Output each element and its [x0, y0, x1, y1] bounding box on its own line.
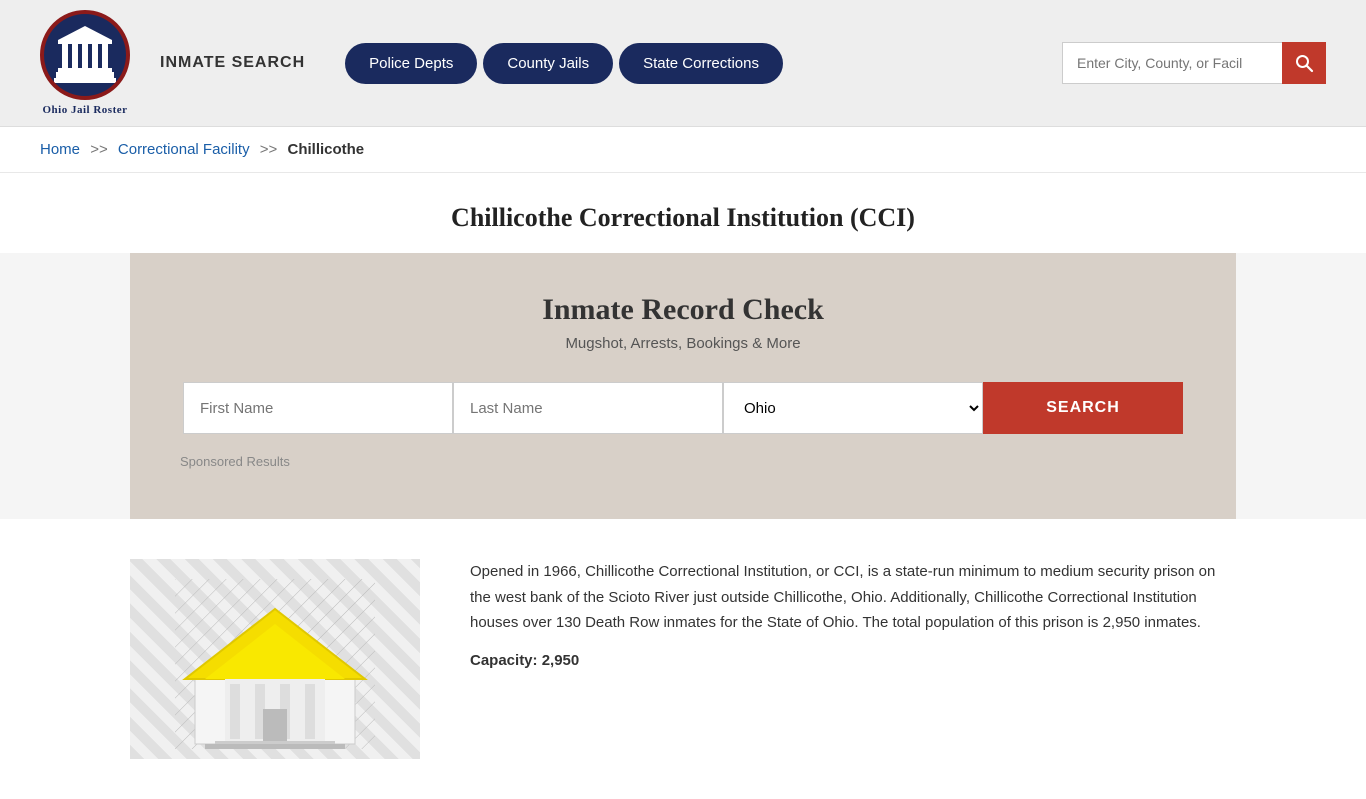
sponsored-label: Sponsored Results — [180, 454, 1186, 469]
breadcrumb-current: Chillicothe — [287, 141, 364, 158]
main-nav: Police Depts County Jails State Correcti… — [345, 43, 783, 84]
site-header: Ohio Jail Roster INMATE SEARCH Police De… — [0, 0, 1366, 127]
facility-capacity: Capacity: 2,950 — [470, 648, 1236, 674]
breadcrumb-correctional-facility[interactable]: Correctional Facility — [118, 141, 250, 158]
page-title-area: Chillicothe Correctional Institution (CC… — [0, 173, 1366, 253]
state-select[interactable]: Ohio Alabama Alaska Arizona Arkansas Cal… — [723, 382, 983, 434]
site-logo[interactable]: Ohio Jail Roster — [40, 10, 130, 116]
nav-state-corrections[interactable]: State Corrections — [619, 43, 783, 84]
inmate-search-label: INMATE SEARCH — [160, 54, 305, 72]
logo-emblem — [40, 10, 130, 100]
record-check-section: Inmate Record Check Mugshot, Arrests, Bo… — [130, 253, 1236, 519]
breadcrumb-sep-1: >> — [90, 141, 108, 158]
header-search-input[interactable] — [1062, 42, 1282, 84]
header-search-area — [1062, 42, 1326, 84]
breadcrumb: Home >> Correctional Facility >> Chillic… — [0, 127, 1366, 173]
nav-police-depts[interactable]: Police Depts — [345, 43, 477, 84]
breadcrumb-home[interactable]: Home — [40, 141, 80, 158]
logo-text: Ohio Jail Roster — [43, 104, 128, 116]
first-name-input[interactable] — [183, 382, 453, 434]
facility-content: Opened in 1966, Chillicothe Correctional… — [0, 519, 1366, 799]
record-check-form: Ohio Alabama Alaska Arizona Arkansas Cal… — [180, 382, 1186, 434]
facility-building-icon — [175, 579, 375, 749]
last-name-input[interactable] — [453, 382, 723, 434]
breadcrumb-sep-2: >> — [260, 141, 278, 158]
record-check-heading: Inmate Record Check — [180, 293, 1186, 327]
facility-description: Opened in 1966, Chillicothe Correctional… — [470, 559, 1236, 673]
page-title: Chillicothe Correctional Institution (CC… — [40, 203, 1326, 233]
record-check-search-button[interactable]: SEARCH — [983, 382, 1183, 434]
header-search-button[interactable] — [1282, 42, 1326, 84]
facility-image — [130, 559, 420, 759]
record-check-subheading: Mugshot, Arrests, Bookings & More — [180, 335, 1186, 352]
facility-description-text: Opened in 1966, Chillicothe Correctional… — [470, 559, 1236, 636]
search-icon — [1294, 53, 1314, 73]
logo-svg — [50, 20, 120, 90]
nav-county-jails[interactable]: County Jails — [483, 43, 613, 84]
